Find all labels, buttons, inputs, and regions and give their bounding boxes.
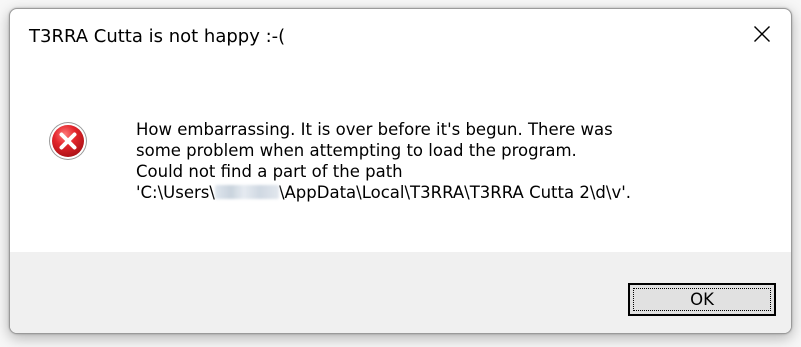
message-line-1: How embarrassing. It is over before it's…: [136, 120, 613, 139]
message-line-4: 'C:\Users\ \AppData\Local\T3RRA\T3RRA Cut…: [136, 182, 776, 203]
close-icon: [754, 26, 770, 42]
ok-button-label: OK: [690, 290, 714, 309]
title-bar[interactable]: T3RRA Cutta is not happy :-(: [10, 9, 791, 65]
path-suffix: \AppData\Local\T3RRA\T3RRA Cutta 2\d\v'.: [278, 183, 631, 202]
close-button[interactable]: [733, 9, 791, 59]
ok-button[interactable]: OK: [628, 283, 776, 316]
path-prefix: 'C:\Users\: [136, 183, 215, 202]
error-dialog: T3RRA Cutta is not happy :-(How embarra…: [9, 8, 792, 334]
redacted-username: [214, 185, 279, 199]
dialog-content: How embarrassing. It is over before it's…: [10, 65, 791, 252]
error-icon: [49, 122, 87, 160]
dialog-title: T3RRA Cutta is not happy :-(: [29, 26, 286, 47]
message-line-2: some problem when attempting to load the…: [136, 141, 577, 160]
error-message: How embarrassing. It is over before it's…: [136, 119, 776, 203]
button-bar: OK: [10, 252, 791, 333]
message-line-3: Could not find a part of the path: [136, 162, 403, 181]
